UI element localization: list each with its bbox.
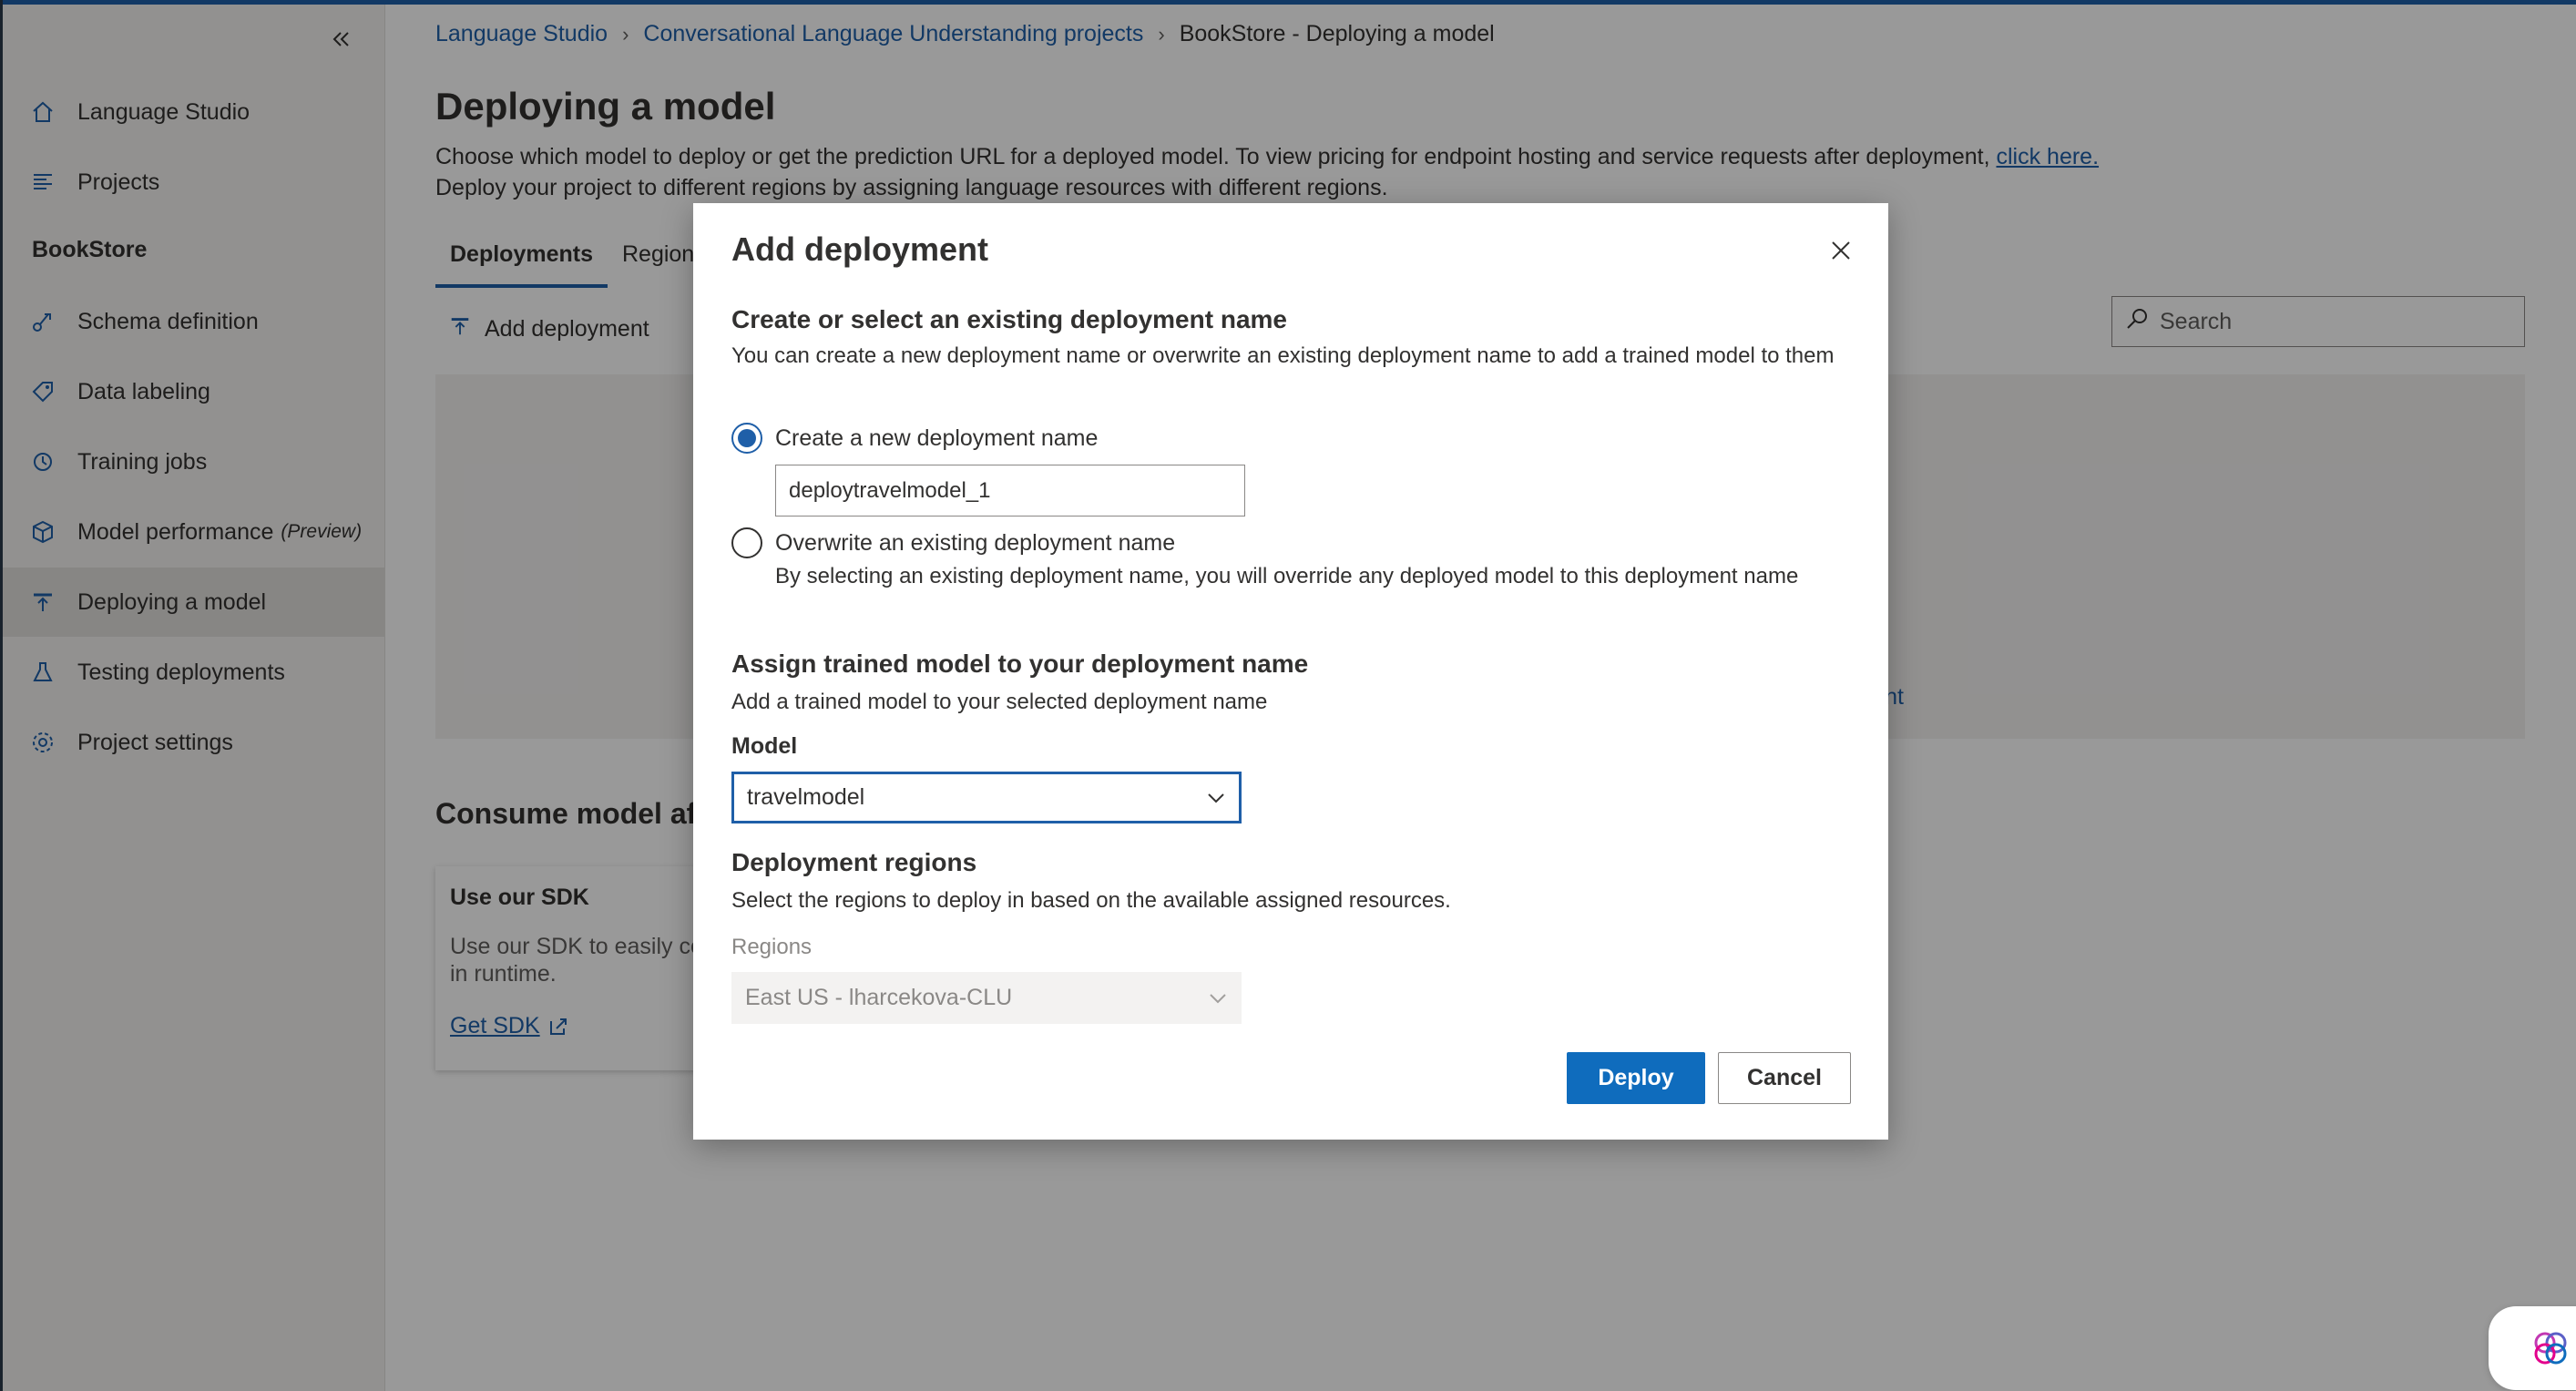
dialog-title: Add deployment: [731, 230, 989, 268]
section-regions-text: Select the regions to deploy in based on…: [731, 888, 1451, 913]
radio-overwrite-existing[interactable]: Overwrite an existing deployment name: [731, 527, 1175, 558]
regions-dropdown-value: East US - lharcekova-CLU: [745, 985, 1013, 1010]
close-button[interactable]: [1823, 232, 1859, 269]
model-dropdown-value: travelmodel: [747, 784, 865, 810]
radio-create-new[interactable]: Create a new deployment name: [731, 423, 1098, 454]
regions-dropdown: East US - lharcekova-CLU: [731, 972, 1242, 1024]
radio-button-checked[interactable]: [731, 423, 762, 454]
section-deployment-name-heading: Create or select an existing deployment …: [731, 305, 1287, 333]
deploy-button[interactable]: Deploy: [1567, 1052, 1705, 1104]
close-icon: [1832, 241, 1850, 260]
overwrite-help-text: By selecting an existing deployment name…: [775, 564, 1799, 588]
radio-overwrite-label: Overwrite an existing deployment name: [775, 529, 1176, 556]
radio-create-new-label: Create a new deployment name: [775, 424, 1099, 451]
section-assign-model-text: Add a trained model to your selected dep…: [731, 690, 1268, 714]
chevron-down-icon: [1208, 793, 1224, 803]
brain-icon: [2534, 1332, 2567, 1365]
deployment-name-input[interactable]: deploytravelmodel_1: [775, 465, 1245, 517]
section-assign-model-heading: Assign trained model to your deployment …: [731, 649, 1309, 678]
add-deployment-dialog: Add deployment Create or select an exist…: [693, 203, 1888, 1140]
chevron-down-icon: [1210, 993, 1226, 1003]
section-deployment-name-text: You can create a new deployment name or …: [731, 343, 1835, 368]
cancel-button[interactable]: Cancel: [1718, 1052, 1851, 1104]
assistant-button[interactable]: [2489, 1306, 2576, 1390]
regions-label: Regions: [731, 935, 813, 959]
section-regions-heading: Deployment regions: [731, 848, 977, 876]
model-dropdown[interactable]: travelmodel: [731, 772, 1242, 823]
radio-button-unchecked[interactable]: [731, 527, 762, 558]
model-label: Model: [731, 733, 798, 759]
